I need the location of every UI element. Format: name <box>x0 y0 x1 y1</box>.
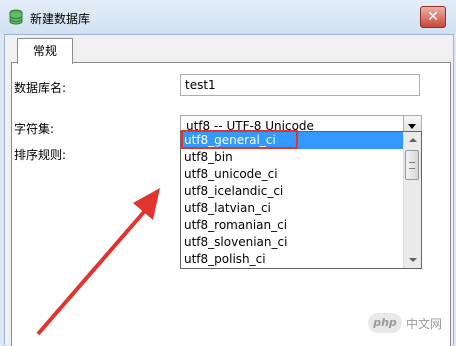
collation-option[interactable]: utf8_polish_ci <box>181 251 406 268</box>
scrollbar-thumb[interactable] <box>405 150 419 180</box>
close-button[interactable]: ✕ <box>420 6 446 28</box>
db-name-label: 数据库名: <box>14 81 67 95</box>
php-logo: php <box>368 313 402 333</box>
collation-option[interactable]: utf8_latvian_ci <box>181 200 406 217</box>
watermark-text: 中文网 <box>406 317 443 331</box>
title-bar: 新建数据库 ✕ <box>0 0 456 34</box>
db-name-input[interactable] <box>180 74 420 96</box>
tab-general[interactable]: 常规 <box>17 38 73 64</box>
collation-option[interactable]: utf8_bin <box>181 149 406 166</box>
database-icon <box>9 9 23 25</box>
window-title: 新建数据库 <box>30 12 91 26</box>
close-icon: ✕ <box>427 9 439 25</box>
collation-option[interactable]: utf8_general_ci <box>181 132 406 149</box>
dropdown-scrollbar[interactable] <box>403 132 421 268</box>
collation-option[interactable]: utf8_slovenian_ci <box>181 234 406 251</box>
collation-option[interactable]: utf8_romanian_ci <box>181 217 406 234</box>
scroll-down-icon[interactable] <box>404 252 421 268</box>
watermark: php 中文网 <box>366 310 446 336</box>
collation-option[interactable]: utf8_unicode_ci <box>181 166 406 183</box>
scroll-up-icon[interactable] <box>404 132 421 148</box>
collation-label: 排序规则: <box>14 148 67 162</box>
collation-option[interactable]: utf8_icelandic_ci <box>181 183 406 200</box>
charset-label: 字符集: <box>14 122 55 136</box>
collation-dropdown-list: utf8_general_ci utf8_bin utf8_unicode_ci… <box>180 131 422 269</box>
